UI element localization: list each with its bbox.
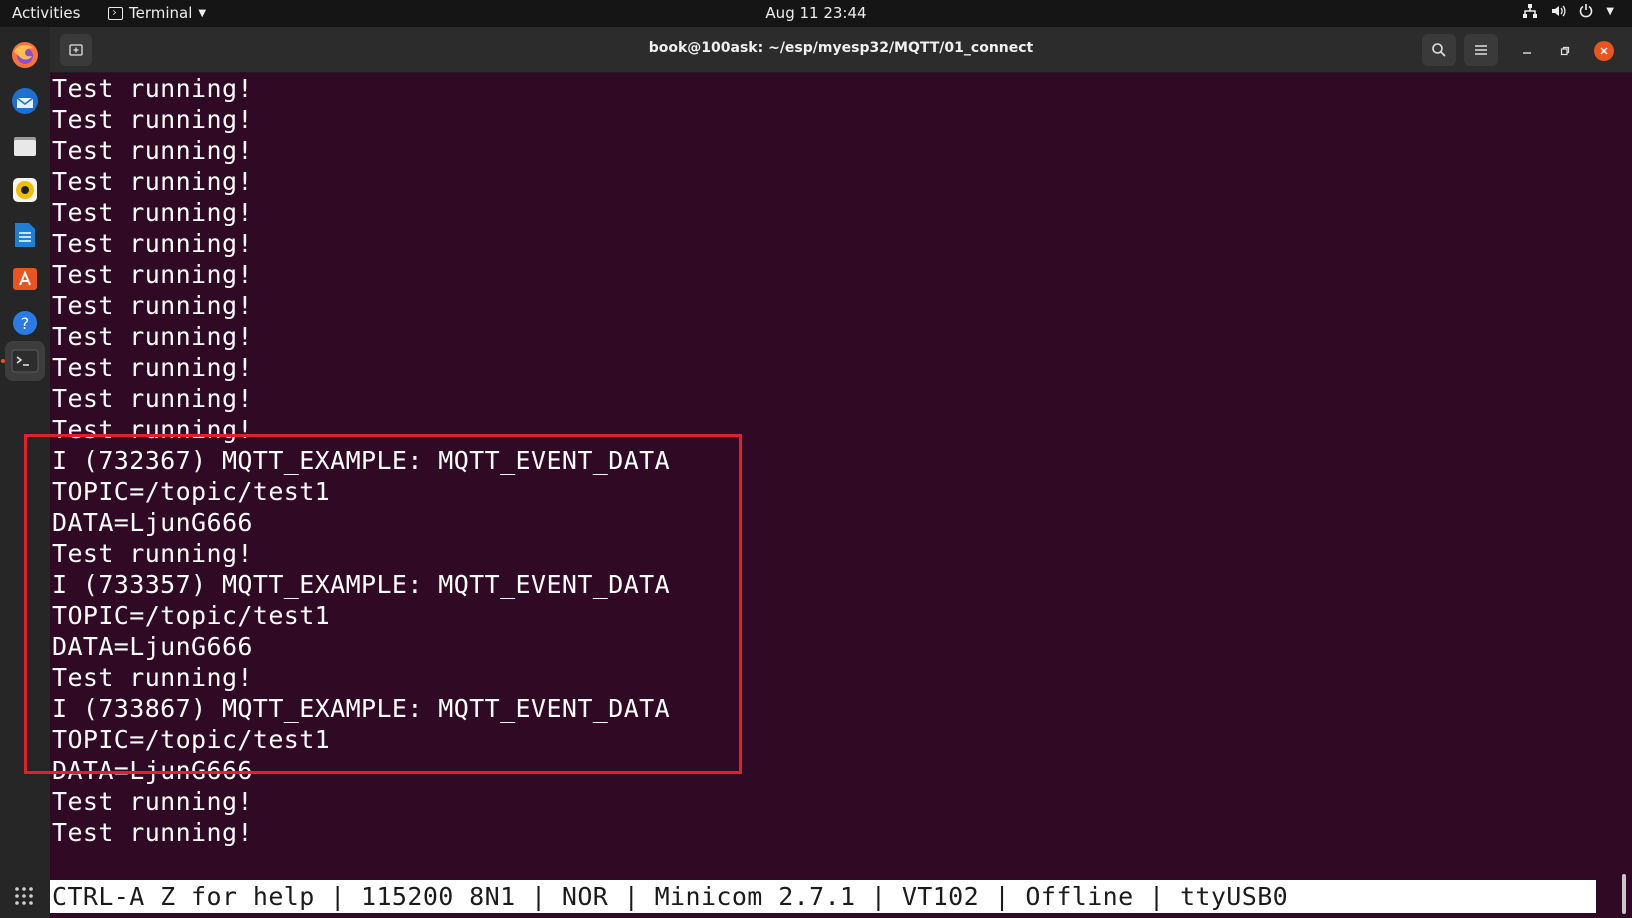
terminal-line: Test running! [52,105,253,134]
firefox-icon [12,42,38,68]
software-icon [13,268,37,290]
top-bar: Activities Terminal ▼ Aug 11 23:44 ▼ [0,0,1632,27]
hamburger-icon [1475,45,1487,55]
close-icon [1600,47,1608,55]
terminal-app-icon [108,6,123,20]
network-icon [1523,4,1538,18]
menu-button[interactable] [1464,34,1498,66]
minicom-status-bar: CTRL-A Z for help | 115200 8N1 | NOR | M… [50,880,1596,913]
clock[interactable]: Aug 11 23:44 [765,4,866,22]
scrollbar-thumb[interactable] [1622,874,1626,914]
new-tab-icon [69,44,83,56]
terminal-launcher[interactable] [5,341,45,381]
close-button[interactable] [1594,41,1614,61]
firefox-launcher[interactable] [5,35,45,75]
terminal-line: TOPIC=/topic/test1 [52,725,331,754]
terminal-line: TOPIC=/topic/test1 [52,601,331,630]
search-icon [1432,43,1446,57]
search-button[interactable] [1422,34,1456,66]
terminal-line: Test running! [52,384,253,413]
power-icon [1580,4,1593,18]
caret-down-icon: ▼ [198,7,207,19]
new-tab-button[interactable] [60,34,92,66]
svg-text:?: ? [21,314,30,333]
help-icon: ? [13,311,37,335]
restore-icon [1560,46,1570,56]
terminal-line: Test running! [52,787,253,816]
terminal-line: Test running! [52,322,253,351]
terminal-line: DATA=LjunG666 [52,632,253,661]
terminal-line: I (732367) MQTT_EXAMPLE: MQTT_EVENT_DATA [52,446,671,475]
terminal-line: Test running! [52,818,253,847]
rhythmbox-icon [13,178,37,202]
writer-icon [15,223,35,247]
terminal-line: Test running! [52,74,253,103]
minimize-icon [1523,52,1531,54]
dock: ? [0,27,50,918]
writer-launcher[interactable] [5,215,45,255]
terminal-line: Test running! [52,229,253,258]
terminal-line: Test running! [52,260,253,289]
terminal-line: Test running! [52,415,253,444]
terminal-line: DATA=LjunG666 [52,756,253,785]
thunderbird-launcher[interactable] [5,81,45,121]
terminal-line: TOPIC=/topic/test1 [52,477,331,506]
terminal-line: I (733867) MQTT_EXAMPLE: MQTT_EVENT_DATA [52,694,671,723]
files-icon [14,137,36,156]
terminal-line: Test running! [52,353,253,382]
header-bar: book@100ask: ~/esp/myesp32/MQTT/01_conne… [50,27,1632,73]
window-title: book@100ask: ~/esp/myesp32/MQTT/01_conne… [648,40,1034,56]
rhythmbox-launcher[interactable] [5,170,45,210]
terminal-line: Test running! [52,291,253,320]
terminal-line: Test running! [52,539,253,568]
terminal-line: I (733357) MQTT_EXAMPLE: MQTT_EVENT_DATA [52,570,671,599]
volume-icon [1552,5,1566,17]
minimize-button[interactable] [1517,41,1537,61]
help-launcher[interactable]: ? [5,303,45,343]
app-menu-label: Terminal [129,4,193,22]
thunderbird-icon [12,88,38,114]
files-launcher[interactable] [5,126,45,166]
terminal-line: Test running! [52,663,253,692]
terminal-line: Test running! [52,167,253,196]
terminal-window: book@100ask: ~/esp/myesp32/MQTT/01_conne… [50,27,1632,918]
show-applications-button[interactable] [14,886,34,910]
terminal-line: DATA=LjunG666 [52,508,253,537]
software-launcher[interactable] [5,258,45,298]
terminal-line: Test running! [52,198,253,227]
activities-button[interactable]: Activities [12,4,80,22]
terminal-line: Test running! [52,136,253,165]
chevron-down-icon: ▼ [1606,5,1614,17]
terminal-icon [11,349,39,373]
terminal-output[interactable]: Test running! Test running! Test running! T… [52,73,1622,873]
maximize-button[interactable] [1555,41,1575,61]
show-applications-icon [15,887,33,905]
system-menu[interactable]: ▼ [1522,3,1614,19]
app-menu[interactable]: Terminal ▼ [108,4,206,22]
